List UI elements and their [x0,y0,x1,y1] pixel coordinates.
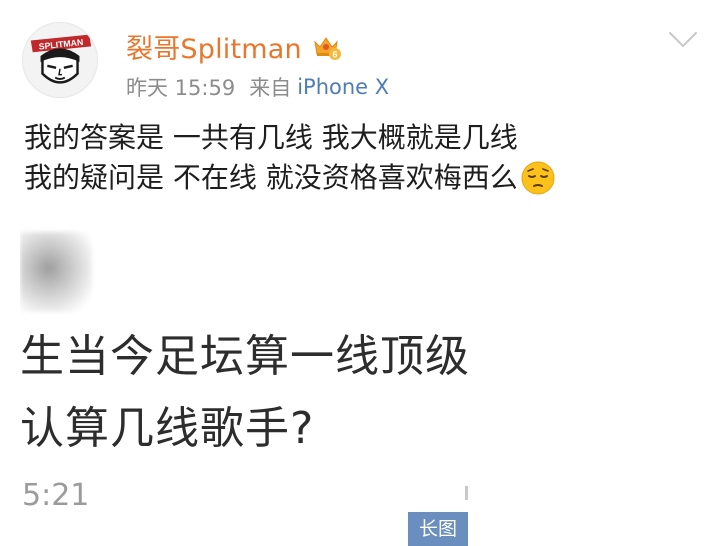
pensive-face-emoji-icon [520,160,556,196]
post-text-line: 我的疑问是 不在线 就没资格喜欢梅西么 [24,158,700,198]
vip-crown-icon[interactable]: 6 [310,30,342,62]
vip-level-text: 6 [332,50,337,60]
image-text-line-2: 认算几线歌手? [20,403,315,454]
post-text-line-2: 我的疑问是 不在线 就没资格喜欢梅西么 [24,161,518,194]
image-time-fragment: 5:21 [22,478,90,513]
chevron-down-icon[interactable] [668,30,698,50]
post-header: 裂哥Splitman 6 昨天 15:59 来自 iPhone X [126,28,389,102]
long-image-badge[interactable]: 长图 [408,512,468,546]
username-link[interactable]: 裂哥Splitman [126,27,302,66]
image-text-line-1: 生当今足坛算一线顶级 [20,331,468,382]
device-source-link[interactable]: iPhone X [297,75,389,99]
post-image[interactable]: 生当今足坛算一线顶级 认算几线歌手? 5:21 长图 [20,224,468,546]
post-text-line: 我的答案是 一共有几线 我大概就是几线 [24,118,700,158]
source-prefix: 来自 [249,76,292,100]
post-text-line-1: 我的答案是 一共有几线 我大概就是几线 [24,121,518,154]
image-edge-mark [465,486,468,500]
image-blur-region [20,232,92,312]
avatar[interactable]: SPLITMAN [22,22,98,98]
post-text: 我的答案是 一共有几线 我大概就是几线 我的疑问是 不在线 就没资格喜欢梅西么 [24,118,700,198]
avatar-image: SPLITMAN [23,23,97,97]
post-time: 昨天 15:59 [126,76,236,100]
